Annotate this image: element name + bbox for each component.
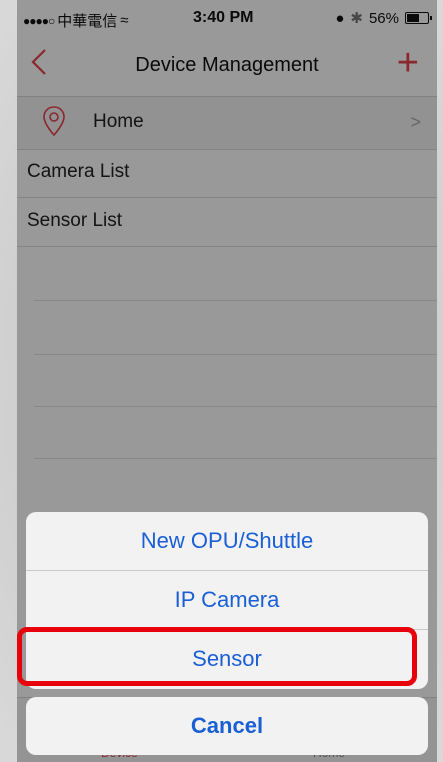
new-opu-shuttle-button[interactable]: New OPU/Shuttle [26, 512, 428, 570]
sensor-highlight-box [17, 627, 417, 686]
cancel-sheet: Cancel [26, 697, 428, 755]
cancel-button[interactable]: Cancel [26, 697, 428, 755]
ip-camera-button[interactable]: IP Camera [26, 571, 428, 629]
